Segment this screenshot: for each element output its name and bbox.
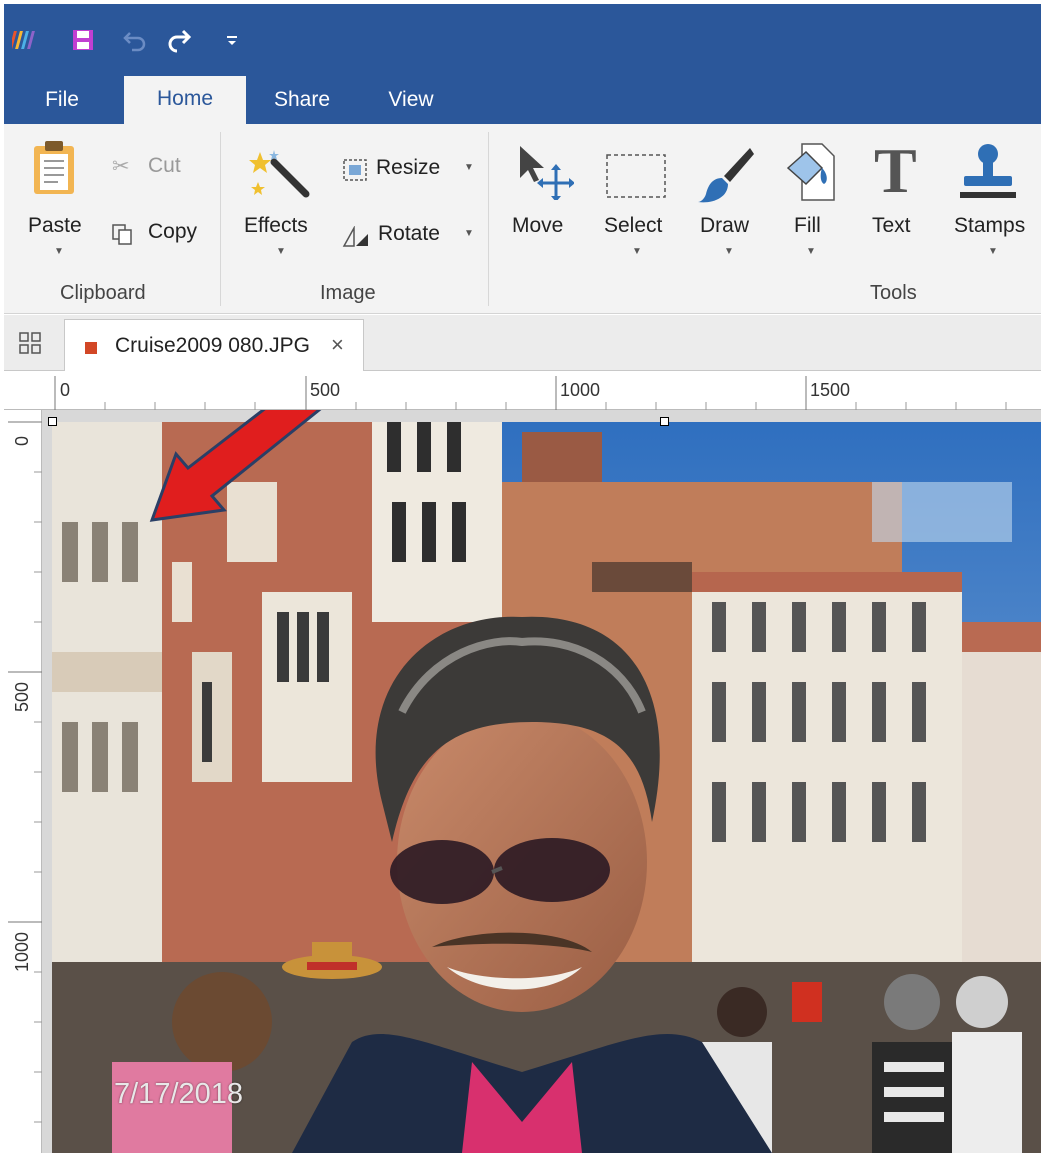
draw-button[interactable]: Draw ▼ xyxy=(692,134,764,274)
resize-dropdown-icon[interactable]: ▼ xyxy=(464,162,474,173)
select-button[interactable]: Select ▼ xyxy=(598,134,678,274)
select-dropdown-icon[interactable]: ▼ xyxy=(632,246,642,257)
image-group-label: Image xyxy=(320,282,376,304)
text-label: Text xyxy=(872,214,911,237)
ruler-label: 500 xyxy=(12,681,32,712)
stamps-dropdown-icon[interactable]: ▼ xyxy=(988,246,998,257)
paste-icon xyxy=(34,141,74,194)
copy-button[interactable]: Copy xyxy=(108,216,218,252)
ruler-label: 500 xyxy=(310,380,341,400)
fill-button[interactable]: Fill ▼ xyxy=(776,134,846,274)
image-canvas[interactable] xyxy=(42,410,1041,1153)
ruler-label: 0 xyxy=(12,435,32,446)
fill-dropdown-icon[interactable]: ▼ xyxy=(806,246,816,257)
paste-button[interactable]: Paste ▼ xyxy=(18,134,98,274)
ribbon-tabs: File Home Share View xyxy=(4,76,1041,124)
copy-label: Copy xyxy=(148,220,198,243)
vertical-ruler: 0 500 1000 xyxy=(4,410,42,1153)
rotate-label: Rotate xyxy=(378,222,440,245)
ribbon-separator xyxy=(220,132,221,306)
fill-bucket-icon xyxy=(786,143,835,201)
rotate-icon xyxy=(342,226,368,247)
title-bar: File Home Share View xyxy=(4,4,1041,124)
horizontal-ruler: 0 500 1000 1500 xyxy=(4,372,1041,410)
document-tab[interactable]: Cruise2009 080.JPG × xyxy=(64,319,364,371)
grid-view-icon[interactable] xyxy=(18,331,42,355)
ribbon-separator xyxy=(488,132,489,306)
close-tab-icon[interactable]: × xyxy=(331,332,344,358)
ruler-label: 1500 xyxy=(810,380,851,400)
photo-image xyxy=(52,422,1041,1153)
tab-file[interactable]: File xyxy=(32,82,92,124)
horizontal-ruler-ticks xyxy=(54,376,1007,410)
customize-quick-access-icon[interactable] xyxy=(220,26,244,54)
magic-wand-icon xyxy=(249,150,310,198)
paste-label: Paste xyxy=(28,214,82,237)
rotate-dropdown-icon[interactable]: ▼ xyxy=(464,228,474,239)
ruler-label: 1000 xyxy=(12,931,32,972)
app-logo-icon[interactable] xyxy=(12,26,38,54)
move-icon xyxy=(520,146,574,200)
undo-icon[interactable] xyxy=(122,26,148,54)
effects-label: Effects xyxy=(244,214,308,237)
text-button[interactable]: T Text xyxy=(860,134,930,274)
effects-dropdown-icon[interactable]: ▼ xyxy=(276,246,286,257)
select-label: Select xyxy=(604,214,663,237)
stamps-label: Stamps xyxy=(954,214,1026,237)
redo-icon[interactable] xyxy=(164,26,194,54)
draw-dropdown-icon[interactable]: ▼ xyxy=(724,246,734,257)
tab-home[interactable]: Home xyxy=(124,76,246,124)
clipboard-group-label: Clipboard xyxy=(60,282,146,304)
save-icon[interactable] xyxy=(70,26,96,54)
date-watermark: 7/17/2018 xyxy=(114,1078,244,1110)
resize-label: Resize xyxy=(376,156,441,179)
select-rectangle-icon xyxy=(606,154,666,198)
document-tab-name: Cruise2009 080.JPG xyxy=(115,334,310,357)
document-tab-bar: Cruise2009 080.JPG × xyxy=(4,315,1041,371)
ruler-label: 0 xyxy=(60,380,71,400)
draw-label: Draw xyxy=(700,214,750,237)
rotate-button[interactable]: Rotate ▼ xyxy=(338,218,478,254)
move-label: Move xyxy=(512,214,564,237)
resize-icon xyxy=(343,159,367,181)
scissors-icon: ✂ xyxy=(112,155,130,178)
tab-share[interactable]: Share xyxy=(262,82,342,124)
tab-view[interactable]: View xyxy=(376,82,446,124)
tools-group-label: Tools xyxy=(870,282,917,304)
copy-icon xyxy=(112,224,132,245)
cut-button[interactable]: ✂ Cut xyxy=(108,150,208,186)
modified-indicator-icon xyxy=(85,342,97,354)
quick-access-toolbar xyxy=(4,4,1041,74)
vertical-ruler-ticks xyxy=(8,421,42,1123)
ribbon: Paste ▼ ✂ Cut Copy Clipboard Effects ▼ R… xyxy=(4,124,1041,314)
resize-button[interactable]: Resize ▼ xyxy=(338,152,478,188)
effects-button[interactable]: Effects ▼ xyxy=(240,134,326,274)
stamps-button[interactable]: Stamps ▼ xyxy=(948,134,1038,274)
stamp-icon xyxy=(960,144,1016,198)
selection-handle[interactable] xyxy=(48,417,57,426)
cut-label: Cut xyxy=(148,154,181,177)
paintbrush-icon xyxy=(698,148,754,203)
move-button[interactable]: Move xyxy=(504,134,584,274)
ruler-label: 1000 xyxy=(560,380,601,400)
text-tool-icon: T xyxy=(874,135,917,206)
selection-handle[interactable] xyxy=(660,417,669,426)
paste-dropdown-icon[interactable]: ▼ xyxy=(54,246,64,257)
red-arrow-annotation xyxy=(149,410,322,522)
fill-label: Fill xyxy=(794,214,821,237)
